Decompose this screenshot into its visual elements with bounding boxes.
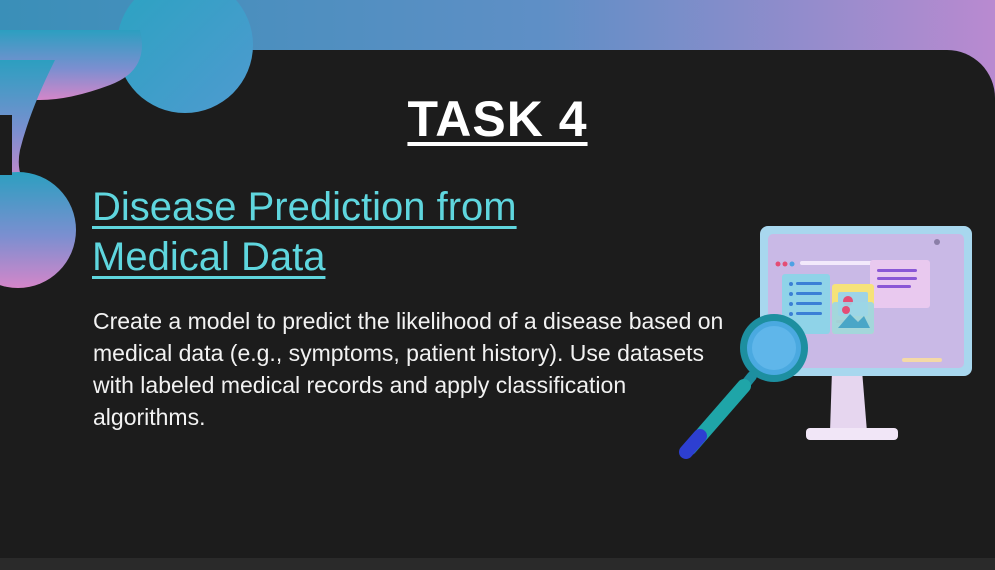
subtitle-line-2: Medical Data: [92, 235, 326, 279]
page-title: TASK 4: [407, 91, 588, 147]
task-description: Create a model to predict the likelihood…: [93, 308, 724, 430]
monitor-with-magnifying-glass-icon: [679, 226, 972, 459]
slide: TASK 4 Disease Prediction from Medical D…: [0, 0, 995, 570]
bottom-strip: [0, 558, 995, 570]
task-subtitle: Disease Prediction from Medical Data: [92, 182, 632, 282]
subtitle-line-1: Disease Prediction from: [92, 185, 517, 229]
